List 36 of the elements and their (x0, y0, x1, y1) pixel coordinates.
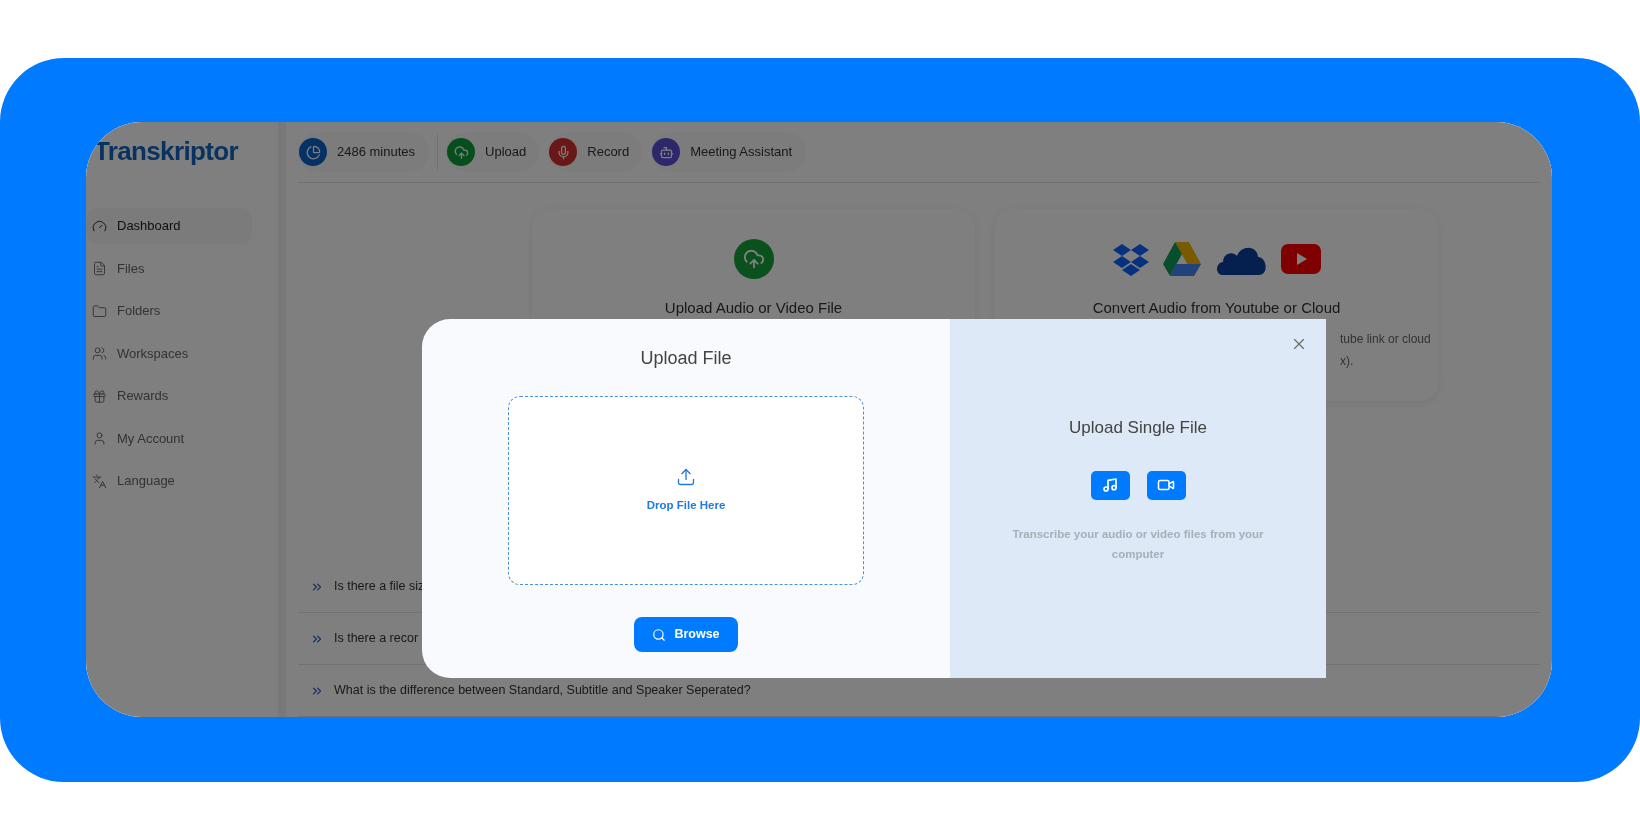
music-note-icon[interactable] (1090, 470, 1130, 500)
sidebar-item[interactable]: My Account (86, 420, 252, 457)
card-description: tube link or cloud (1340, 330, 1432, 348)
sidebar-item[interactable]: Folders (86, 293, 252, 329)
card-title: Convert Audio from Youtube or Cloud (1092, 298, 1341, 318)
cloud-upload-icon (733, 239, 774, 279)
upload-icon (447, 138, 476, 166)
logo: Transkriptor (94, 135, 238, 168)
sidebar-item[interactable]: Files (86, 250, 252, 287)
sidebar-item[interactable]: Language (86, 463, 252, 499)
record-icon (549, 138, 578, 166)
workspaces-icon (92, 346, 107, 361)
account-icon (92, 431, 107, 446)
sidebar-item[interactable]: Workspaces (86, 335, 252, 372)
search-icon (652, 627, 667, 642)
panel-title: Upload Single File (1069, 417, 1207, 439)
triangle-drive-icon (1162, 242, 1201, 276)
minutes-icon (299, 138, 327, 166)
box-stack-icon (1112, 242, 1149, 276)
sidebar-item[interactable]: Rewards (86, 378, 252, 414)
upload-icon (676, 466, 696, 487)
panel-description: Transcribe your audio or video files from your computer (1011, 526, 1265, 562)
card-title: Upload Audio or Video File (664, 298, 843, 318)
play-video-icon (1280, 244, 1321, 274)
language-icon (92, 473, 107, 489)
folders-icon (92, 303, 107, 319)
card-description: x). (1340, 352, 1355, 370)
assistant-icon (652, 138, 681, 166)
browse-button[interactable]: Browse (634, 617, 738, 652)
dashboard-icon (92, 218, 107, 234)
drop-zone[interactable]: Drop File Here (508, 396, 864, 585)
sidebar-item[interactable]: Dashboard (86, 208, 252, 244)
dialog-title: Upload File (640, 347, 732, 370)
files-icon (92, 261, 107, 276)
video-camera-icon[interactable] (1146, 470, 1186, 500)
rewards-icon (92, 388, 107, 404)
